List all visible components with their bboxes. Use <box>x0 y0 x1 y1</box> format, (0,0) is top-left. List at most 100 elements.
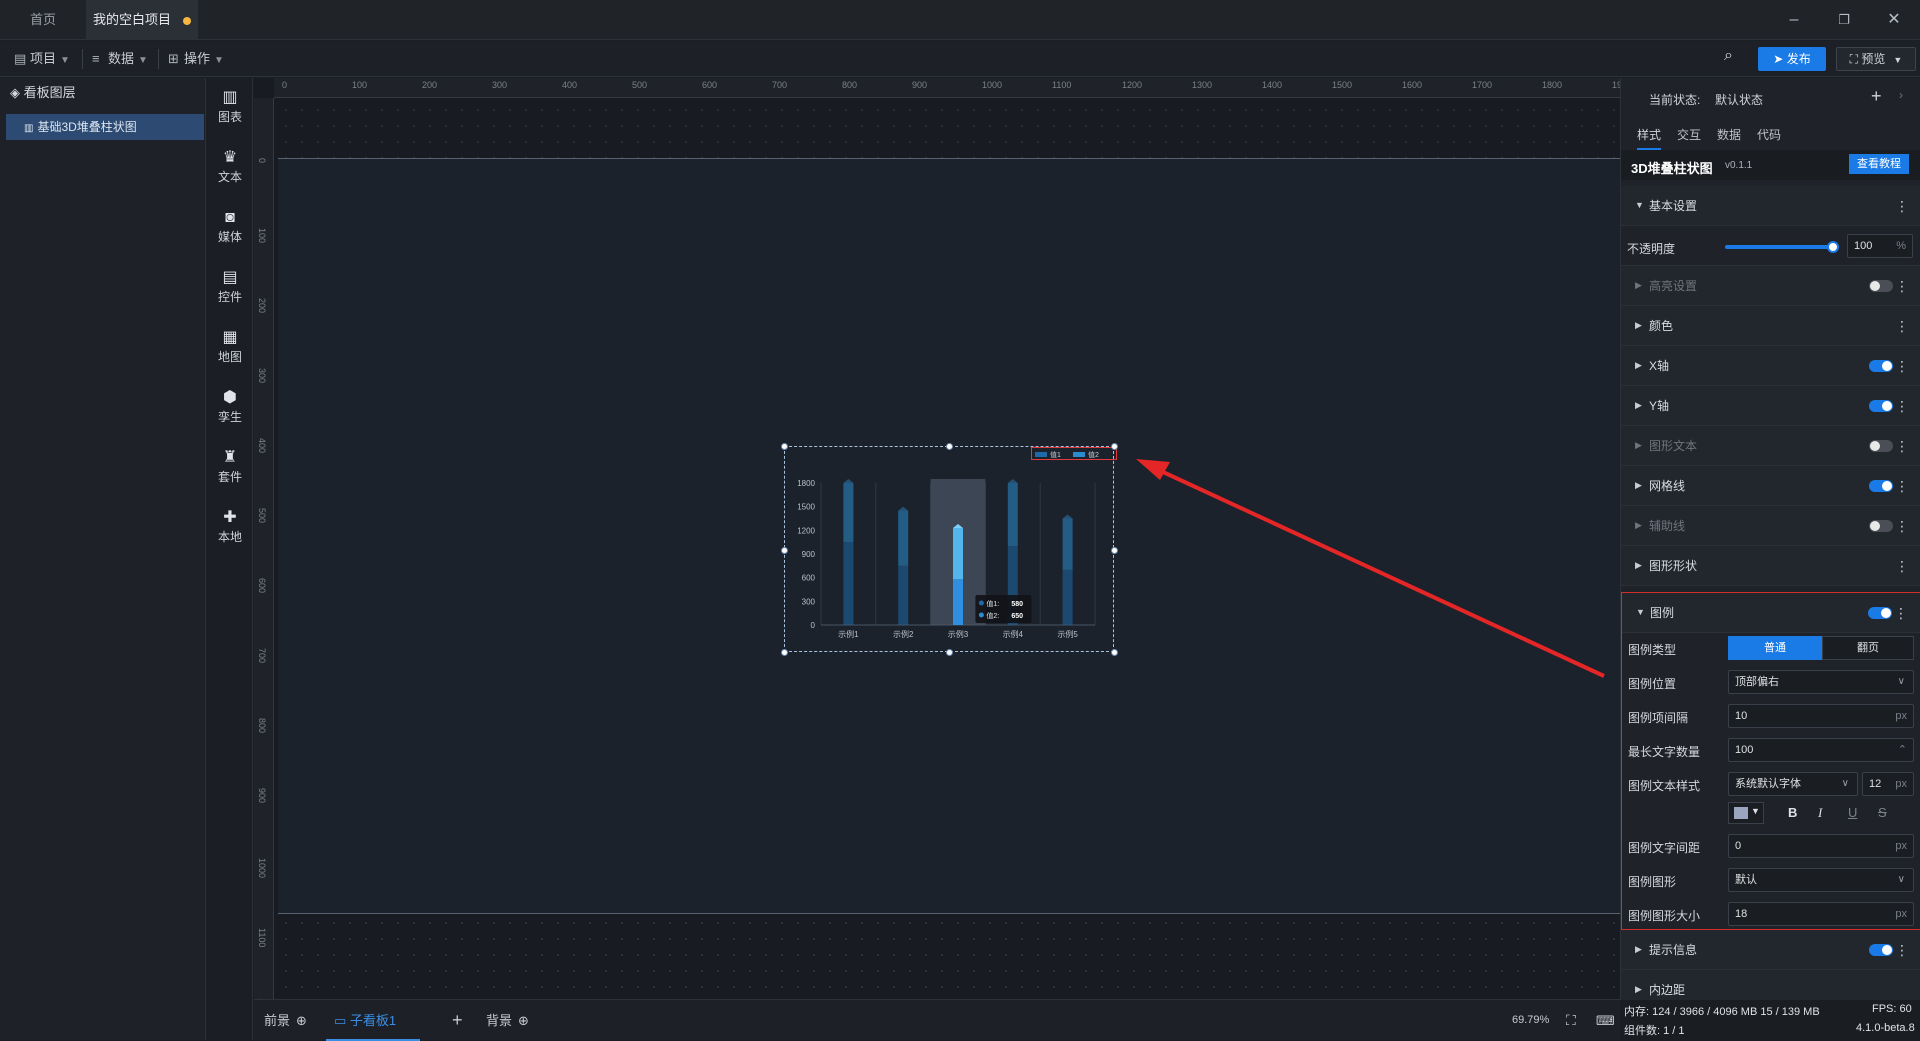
unit-px: px <box>1895 840 1907 852</box>
section-7[interactable]: ▶ 图形形状 ⋮ <box>1621 546 1920 586</box>
more-icon[interactable]: ⋮ <box>1895 478 1909 495</box>
tab-subboard[interactable]: ▭ 子看板1 <box>326 1000 420 1041</box>
bold-icon[interactable]: B <box>1788 805 1797 820</box>
layer-item[interactable]: ▥ 基础3D堆叠柱状图 <box>6 114 204 140</box>
fit-screen-icon[interactable]: ⛶ <box>1566 1000 1576 1041</box>
chart-selection-box[interactable]: 1800 1500 1200 900 600 300 0 示例1 示例2 示例3 示例4 示例5 值1 值… <box>781 443 1118 656</box>
restore-icon[interactable]: ❐ <box>1832 8 1856 32</box>
legend-toggle[interactable] <box>1868 607 1892 619</box>
component-control[interactable]: ▤ 控件 <box>207 268 253 305</box>
section-basic[interactable]: ▼ 基本设置 ⋮ <box>1621 186 1920 226</box>
component-kit[interactable]: ♜ 套件 <box>207 448 253 485</box>
legend-gap-input[interactable]: 10 px <box>1728 704 1914 728</box>
section-5[interactable]: ▶ 网格线 ⋮ <box>1621 466 1920 506</box>
canvas-area[interactable]: 0 100 200 300 400 500 600 700 800 900 1000 1100 1200… <box>254 78 1620 999</box>
resize-handle[interactable] <box>946 443 953 450</box>
resize-handle[interactable] <box>1111 443 1118 450</box>
legend-maxlen-input[interactable]: 100 ⌃ <box>1728 738 1914 762</box>
legend-type-normal[interactable]: 普通 <box>1728 636 1822 660</box>
section-tooltip[interactable]: ▶ 提示信息 ⋮ <box>1621 930 1920 970</box>
stepper-up-icon[interactable]: ⌃ <box>1898 739 1907 761</box>
component-text[interactable]: ♛ 文本 <box>207 148 253 185</box>
underline-icon[interactable]: U <box>1848 805 1857 820</box>
section-3[interactable]: ▶ Y轴 ⋮ <box>1621 386 1920 426</box>
section-4[interactable]: ▶ 图形文本 ⋮ <box>1621 426 1920 466</box>
legend-position-select[interactable]: 顶部偏右 ∨ <box>1728 670 1914 694</box>
more-icon[interactable]: ⋮ <box>1895 358 1909 375</box>
section-toggle[interactable] <box>1869 360 1893 372</box>
menu-data[interactable]: ≡ 数据 ▼ <box>92 41 148 77</box>
chevron-right-icon[interactable]: › <box>1899 88 1903 102</box>
add-circle-icon[interactable]: ⊕ <box>518 1013 529 1028</box>
section-legend-header[interactable]: ▼ 图例 ⋮ <box>1622 593 1920 633</box>
legend-spacing-input[interactable]: 0 px <box>1728 834 1914 858</box>
section-toggle[interactable] <box>1869 944 1893 956</box>
tab-interaction[interactable]: 交互 <box>1677 126 1701 143</box>
more-icon[interactable]: ⋮ <box>1894 605 1908 622</box>
opacity-slider-handle[interactable] <box>1827 241 1839 253</box>
section-0[interactable]: ▶ 高亮设置 ⋮ <box>1621 266 1920 306</box>
legend-type-paging[interactable]: 翻页 <box>1822 636 1914 660</box>
more-icon[interactable]: ⋮ <box>1895 942 1909 959</box>
menu-project[interactable]: ▤ 项目 ▼ <box>14 41 70 77</box>
strikethrough-icon[interactable]: S <box>1878 805 1887 820</box>
italic-icon[interactable]: I <box>1818 805 1822 821</box>
minimize-icon[interactable]: – <box>1782 8 1806 32</box>
tab-style[interactable]: 样式 <box>1637 126 1662 150</box>
tab-project[interactable]: 我的空白项目 <box>86 0 198 40</box>
resize-handle[interactable] <box>1111 649 1118 656</box>
resize-handle[interactable] <box>781 547 788 554</box>
section-1[interactable]: ▶ 颜色 ⋮ <box>1621 306 1920 346</box>
component-twin[interactable]: ⬢ 孪生 <box>207 388 253 425</box>
menu-operation[interactable]: ⊞ 操作 ▼ <box>168 41 224 77</box>
section-toggle[interactable] <box>1869 440 1893 452</box>
section-toggle[interactable] <box>1869 480 1893 492</box>
add-board-icon[interactable]: + <box>452 1000 463 1041</box>
more-icon[interactable]: ⋮ <box>1895 558 1909 575</box>
section-2[interactable]: ▶ X轴 ⋮ <box>1621 346 1920 386</box>
tab-background[interactable]: 背景 ⊕ <box>486 1000 529 1041</box>
tab-foreground[interactable]: 前景 ⊕ <box>264 1000 307 1041</box>
more-icon[interactable]: ⋮ <box>1895 318 1909 335</box>
section-toggle[interactable] <box>1869 280 1893 292</box>
section-toggle[interactable] <box>1869 520 1893 532</box>
resize-handle[interactable] <box>781 649 788 656</box>
stacked-bar-chart[interactable]: 1800150012009006003000示例1 示例2 示例3 示例4 示例5值1 值… <box>785 447 1113 651</box>
more-icon[interactable]: ⋮ <box>1895 518 1909 535</box>
section-6[interactable]: ▶ 辅助线 ⋮ <box>1621 506 1920 546</box>
search-icon[interactable]: ⌕ <box>1724 47 1733 65</box>
publish-button[interactable]: ➤ 发布 <box>1758 47 1826 71</box>
resize-handle[interactable] <box>946 649 953 656</box>
opacity-input[interactable]: 100% <box>1847 234 1913 258</box>
legend-shape-select[interactable]: 默认 ∨ <box>1728 868 1914 892</box>
component-chart[interactable]: ▥ 图表 <box>207 88 253 125</box>
add-state-icon[interactable]: + <box>1871 86 1882 107</box>
add-circle-icon[interactable]: ⊕ <box>296 1013 307 1028</box>
more-icon[interactable]: ⋮ <box>1895 438 1909 455</box>
more-icon[interactable]: ⋮ <box>1895 398 1909 415</box>
tab-home[interactable]: 首页 <box>0 0 86 40</box>
tab-code[interactable]: 代码 <box>1757 126 1781 143</box>
tutorial-button[interactable]: 查看教程 <box>1849 154 1909 174</box>
keyboard-icon[interactable]: ⌨ <box>1596 1000 1615 1041</box>
component-map[interactable]: ▦ 地图 <box>207 328 253 365</box>
bar-segment <box>898 565 909 625</box>
component-local[interactable]: ✚ 本地 <box>207 508 253 545</box>
state-value[interactable]: 默认状态 <box>1715 91 1763 108</box>
opacity-slider[interactable] <box>1725 241 1839 253</box>
legend-color-picker[interactable]: ▼ <box>1728 802 1764 824</box>
resize-handle[interactable] <box>1111 547 1118 554</box>
legend-shapesize-input[interactable]: 18 px <box>1728 902 1914 926</box>
preview-button[interactable]: ⛶ 预览 ▼ <box>1836 47 1916 71</box>
resize-handle[interactable] <box>781 443 788 450</box>
more-icon[interactable]: ⋮ <box>1895 198 1909 215</box>
tab-data[interactable]: 数据 <box>1717 126 1741 143</box>
zoom-level[interactable]: 69.79% <box>1512 1000 1549 1041</box>
component-media[interactable]: ◙ 媒体 <box>207 208 253 245</box>
legend-font-select[interactable]: 系统默认字体 ∨ <box>1728 772 1858 796</box>
close-icon[interactable]: ✕ <box>1882 8 1906 32</box>
more-icon[interactable]: ⋮ <box>1895 278 1909 295</box>
legend-fontsize-input[interactable]: 12 px <box>1862 772 1914 796</box>
section-toggle[interactable] <box>1869 400 1893 412</box>
bar-top <box>843 479 854 483</box>
